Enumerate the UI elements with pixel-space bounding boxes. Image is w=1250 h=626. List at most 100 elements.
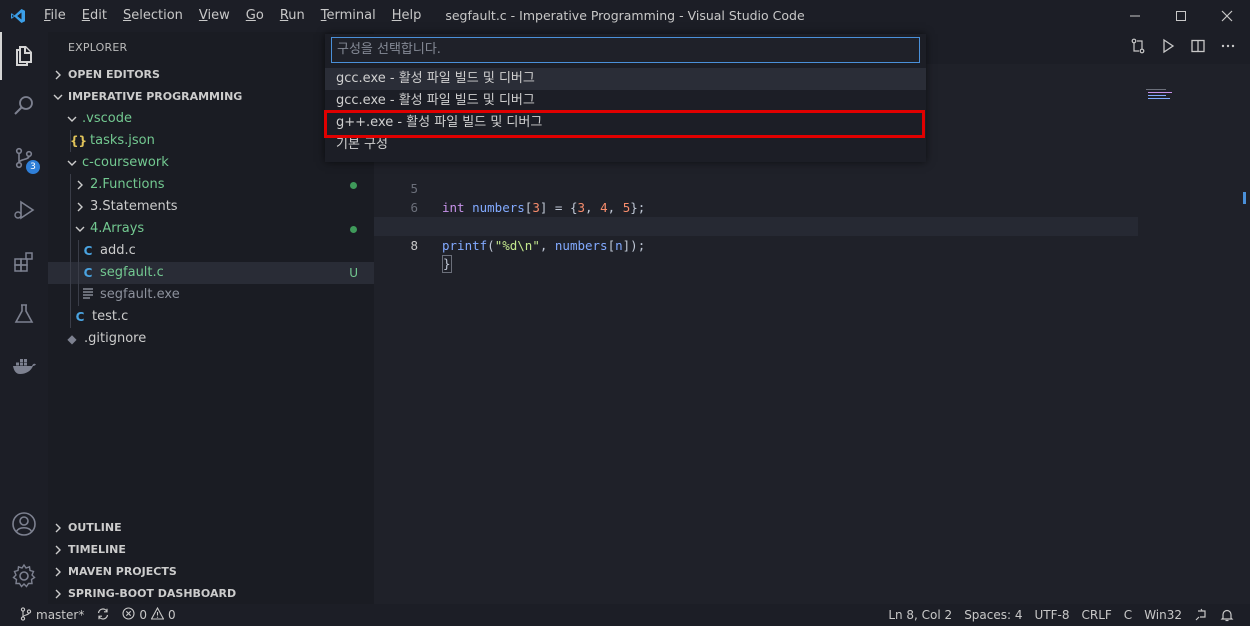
tree-item-segfault-c[interactable]: C segfault.c U xyxy=(48,262,374,284)
sync-status[interactable] xyxy=(90,604,116,626)
split-editor-icon[interactable] xyxy=(1190,38,1206,58)
tree-item-gitignore[interactable]: ◆ .gitignore xyxy=(48,328,374,350)
spring-boot-dashboard-section[interactable]: SPRING-BOOT DASHBOARD xyxy=(48,582,374,604)
code-editor[interactable]: 5 int numbers[3] = {3, 4, 5}; 6 int n = … xyxy=(374,160,1138,273)
indent-guide xyxy=(70,262,71,284)
indent-guide xyxy=(78,262,79,284)
search-icon[interactable] xyxy=(0,82,48,130)
file-label: segfault.exe xyxy=(100,287,180,302)
menu-file[interactable]: File xyxy=(36,0,74,32)
indent-guide xyxy=(70,130,71,152)
branch-name: master* xyxy=(36,608,85,622)
modified-dot xyxy=(350,182,357,189)
tree-item-arrays[interactable]: 4.Arrays xyxy=(48,218,374,240)
minimize-icon[interactable] xyxy=(1112,0,1158,32)
menu-go[interactable]: Go xyxy=(238,0,272,32)
file-label: test.c xyxy=(92,309,129,324)
file-label: tasks.json xyxy=(90,133,155,148)
tree-item-segfault-exe[interactable]: segfault.exe xyxy=(48,284,374,306)
error-icon xyxy=(122,607,135,623)
cursor-position[interactable]: Ln 8, Col 2 xyxy=(882,604,958,626)
json-file-icon: {} xyxy=(70,134,88,148)
code-line: 7 printf("%d\n", numbers[n]); xyxy=(374,198,1138,253)
modified-dot xyxy=(350,226,357,233)
account-icon[interactable] xyxy=(0,500,48,548)
menu-view[interactable]: View xyxy=(191,0,238,32)
quick-pick-item[interactable]: gcc.exe - 활성 파일 빌드 및 디버그 xyxy=(325,90,926,112)
close-icon[interactable] xyxy=(1204,0,1250,32)
indent-guide xyxy=(78,240,79,262)
window-controls xyxy=(1112,0,1250,32)
sync-icon xyxy=(96,607,110,624)
branch-status[interactable]: master* xyxy=(14,604,90,626)
section-label: IMPERATIVE PROGRAMMING xyxy=(68,90,243,103)
outline-section[interactable]: OUTLINE xyxy=(48,516,374,538)
settings-gear-icon[interactable] xyxy=(0,552,48,600)
testing-icon[interactable] xyxy=(0,290,48,338)
indentation[interactable]: Spaces: 4 xyxy=(958,604,1028,626)
warning-icon xyxy=(150,606,165,623)
menu-terminal[interactable]: Terminal xyxy=(313,0,384,32)
encoding[interactable]: UTF-8 xyxy=(1029,604,1076,626)
quick-pick-item[interactable]: g++.exe - 활성 파일 빌드 및 디버그 xyxy=(325,112,926,134)
error-count: 0 xyxy=(139,608,147,622)
c-file-icon: C xyxy=(83,244,93,258)
more-actions-icon[interactable] xyxy=(1220,38,1236,58)
file-label: segfault.c xyxy=(100,265,164,280)
indent-guide xyxy=(70,240,71,262)
menu-bar: File Edit Selection View Go Run Terminal… xyxy=(36,0,429,32)
notifications-bell-icon[interactable] xyxy=(1214,604,1240,626)
folder-label: 2.Functions xyxy=(90,177,165,192)
gitignore-file-icon: ◆ xyxy=(67,332,77,346)
vscode-logo-icon xyxy=(0,0,36,32)
line-content: } xyxy=(442,255,452,273)
language-mode[interactable]: C xyxy=(1118,604,1138,626)
docker-icon[interactable] xyxy=(0,342,48,390)
chevron-right-icon xyxy=(48,523,68,533)
source-control-icon[interactable]: 3 xyxy=(0,134,48,182)
tree-item-statements[interactable]: 3.Statements xyxy=(48,196,374,218)
activity-bar: 3 xyxy=(0,32,48,604)
tree-item-functions[interactable]: 2.Functions xyxy=(48,174,374,196)
folder-label: .vscode xyxy=(82,111,132,126)
run-debug-icon[interactable] xyxy=(0,186,48,234)
indent-guide xyxy=(78,284,79,306)
scrollbar-marker xyxy=(1243,192,1246,204)
feedback-icon[interactable] xyxy=(1188,604,1214,626)
minimap[interactable] xyxy=(1146,88,1176,102)
menu-edit[interactable]: Edit xyxy=(74,0,115,32)
section-label: TIMELINE xyxy=(68,542,126,556)
compare-changes-icon[interactable] xyxy=(1130,38,1146,58)
end-of-line[interactable]: CRLF xyxy=(1075,604,1117,626)
maximize-icon[interactable] xyxy=(1158,0,1204,32)
chevron-down-icon xyxy=(64,158,80,168)
tree-item-test-c[interactable]: C test.c xyxy=(48,306,374,328)
menu-help[interactable]: Help xyxy=(384,0,430,32)
configuration-quick-pick: 구성을 선택합니다. gcc.exe - 활성 파일 빌드 및 디버그 gcc.… xyxy=(325,34,926,162)
folder-label: c-coursework xyxy=(82,155,169,170)
indent-guide xyxy=(70,306,71,328)
chevron-right-icon xyxy=(72,202,88,212)
menu-run[interactable]: Run xyxy=(272,0,313,32)
timeline-section[interactable]: TIMELINE xyxy=(48,538,374,560)
code-line-current: 8 } xyxy=(374,217,1138,273)
problems-status[interactable]: 0 0 xyxy=(116,604,181,626)
editor-toolbar xyxy=(1130,32,1236,64)
explorer-icon[interactable] xyxy=(0,32,48,80)
quick-pick-item[interactable]: gcc.exe - 활성 파일 빌드 및 디버그 xyxy=(325,68,926,90)
chevron-right-icon xyxy=(48,70,68,80)
menu-selection[interactable]: Selection xyxy=(115,0,191,32)
maven-projects-section[interactable]: MAVEN PROJECTS xyxy=(48,560,374,582)
indent-guide xyxy=(70,218,71,240)
tree-item-add-c[interactable]: C add.c xyxy=(48,240,374,262)
run-file-icon[interactable] xyxy=(1160,38,1176,58)
extensions-icon[interactable] xyxy=(0,238,48,286)
folder-label: 4.Arrays xyxy=(90,221,145,236)
platform-config[interactable]: Win32 xyxy=(1138,604,1188,626)
line-number: 8 xyxy=(410,238,418,253)
quick-pick-item[interactable]: 기본 구성 xyxy=(325,134,926,156)
chevron-down-icon xyxy=(72,224,88,234)
chevron-right-icon xyxy=(72,180,88,190)
code-line: 5 int numbers[3] = {3, 4, 5}; xyxy=(374,160,1138,215)
quick-pick-input[interactable]: 구성을 선택합니다. xyxy=(331,37,920,63)
